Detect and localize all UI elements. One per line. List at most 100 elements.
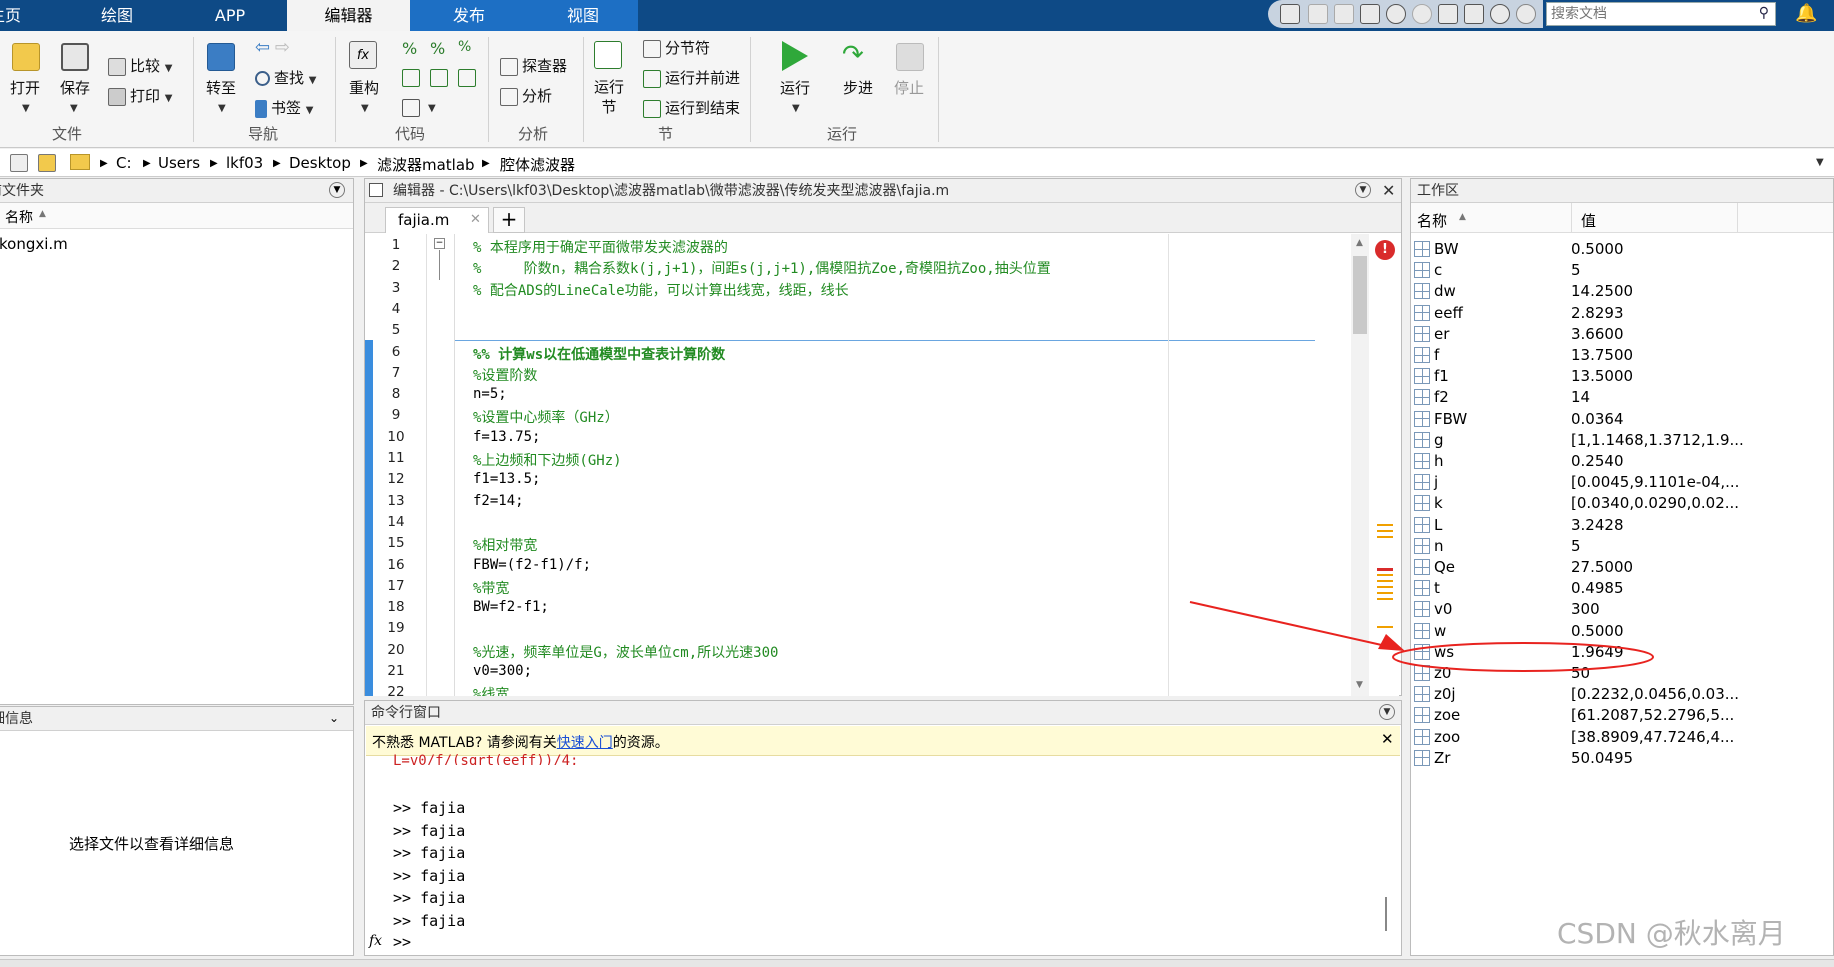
command-history-line[interactable]: >> fajia xyxy=(393,797,465,820)
workspace-variable-row[interactable]: L 3.2428 xyxy=(1411,515,1771,536)
code-line[interactable]: f1=13.5; xyxy=(473,471,540,487)
folder-column-header[interactable]: 名称 ▲ xyxy=(0,203,353,229)
explorer-button[interactable]: 探查器 xyxy=(500,55,567,76)
tab-home[interactable]: 主页 xyxy=(0,0,40,31)
run-button[interactable]: 运行 xyxy=(780,77,810,98)
back-arrow-icon[interactable]: ⇦ xyxy=(255,37,270,58)
workspace-variable-row[interactable]: dw 14.2500 xyxy=(1411,281,1771,302)
warning-marker[interactable] xyxy=(1377,536,1393,538)
workspace-variable-row[interactable]: c5 xyxy=(1411,260,1771,281)
workspace-variable-row[interactable]: eeff 2.8293 xyxy=(1411,303,1771,324)
tab-publish[interactable]: 发布 xyxy=(410,0,528,31)
workspace-variable-row[interactable]: f1 13.5000 xyxy=(1411,366,1771,387)
warning-marker[interactable] xyxy=(1377,580,1393,582)
find-button[interactable]: 查找 ▼ xyxy=(255,67,317,88)
insert-dropdown-caret[interactable]: ▼ xyxy=(428,103,436,114)
insert-function-icon[interactable] xyxy=(402,99,420,117)
code-line[interactable]: BW=f2-f1; xyxy=(473,599,549,615)
code-line[interactable]: %% 计算ws以在低通模型中查表计算阶数 xyxy=(473,344,725,364)
decrease-indent-icon[interactable] xyxy=(430,69,448,87)
tab-plots[interactable]: 绘图 xyxy=(72,0,162,31)
code-line[interactable]: %设置中心频率（GHz） xyxy=(473,407,619,427)
tab-editor[interactable]: 编辑器 xyxy=(287,0,410,31)
run-to-end-button[interactable]: 运行到结束 xyxy=(643,97,740,118)
command-history-line[interactable]: >> fajia xyxy=(393,820,465,843)
uncomment-percent-icon[interactable]: % xyxy=(430,39,445,58)
increase-indent-icon[interactable] xyxy=(458,69,476,87)
scrollbar-thumb[interactable] xyxy=(1353,256,1367,334)
close-icon[interactable]: ✕ xyxy=(1382,179,1395,203)
search-documentation[interactable]: ⚲ xyxy=(1546,2,1776,26)
undo-icon[interactable] xyxy=(1386,4,1406,24)
analyze-button[interactable]: 分析 xyxy=(500,85,552,106)
tab-apps[interactable]: APP xyxy=(185,0,275,31)
path-cavity-filter[interactable]: 腔体滤波器 xyxy=(500,154,575,175)
workspace-variable-row[interactable]: Qe 27.5000 xyxy=(1411,557,1771,578)
workspace-variable-row[interactable]: er 3.6600 xyxy=(1411,324,1771,345)
compare-button[interactable]: 比较 ▼ xyxy=(108,55,173,76)
path-user[interactable]: lkf03 xyxy=(226,154,263,172)
run-advance-button[interactable]: 运行并前进 xyxy=(643,67,740,88)
workspace-variable-row[interactable]: k [0.0340,0.0290,0.02... xyxy=(1411,493,1771,514)
print-button[interactable]: 打印 ▼ xyxy=(108,85,173,106)
copy-icon[interactable] xyxy=(1334,4,1354,24)
workspace-variable-row[interactable]: Zr 50.0495 xyxy=(1411,748,1771,769)
workspace-variable-row[interactable]: g [1,1.1468,1.3712,1.9... xyxy=(1411,430,1771,451)
scroll-up-icon[interactable]: ▲ xyxy=(1356,238,1363,248)
panel-menu-icon[interactable]: ▼ xyxy=(1379,704,1395,720)
file-item[interactable]: kongxi.m xyxy=(0,235,68,253)
panel-menu-icon[interactable]: ▼ xyxy=(329,182,345,198)
path-filter-matlab[interactable]: 滤波器matlab xyxy=(377,154,475,175)
save-dropdown-caret[interactable]: ▼ xyxy=(70,103,78,114)
help-dropdown-icon[interactable] xyxy=(1464,4,1484,24)
back-forward-arrows[interactable]: ⇦ ⇨ xyxy=(255,37,290,58)
code-line[interactable]: n=5; xyxy=(473,386,507,402)
run-section-button[interactable]: 运行节 xyxy=(594,77,624,117)
getting-started-link[interactable]: 快速入门 xyxy=(557,735,613,751)
warning-marker[interactable] xyxy=(1377,524,1393,526)
save-button[interactable]: 保存 xyxy=(60,77,90,98)
stop-button[interactable]: 停止 xyxy=(894,77,924,98)
workspace-variable-row[interactable]: FBW 0.0364 xyxy=(1411,409,1771,430)
new-tab-button[interactable]: + xyxy=(493,207,525,233)
code-line[interactable]: %线宽 xyxy=(473,684,509,696)
tab-view[interactable]: 视图 xyxy=(528,0,638,31)
bookmark-button[interactable]: 书签 ▼ xyxy=(255,97,314,118)
warning-marker[interactable] xyxy=(1377,574,1393,576)
address-dropdown-caret[interactable]: ▼ xyxy=(1816,157,1824,168)
tab-fajia[interactable]: fajia.m ✕ xyxy=(385,207,489,233)
command-history-line[interactable]: >> fajia xyxy=(393,865,465,888)
open-button[interactable]: 打开 xyxy=(10,77,40,98)
code-line[interactable]: FBW=(f2-f1)/f; xyxy=(473,557,591,573)
up-folder-icon[interactable] xyxy=(10,154,28,172)
command-prompt[interactable]: >> xyxy=(393,933,411,951)
workspace-column-header[interactable]: 名称 ▲ 值 xyxy=(1411,203,1833,233)
fold-toggle-icon[interactable]: − xyxy=(434,238,445,249)
panel-menu-icon[interactable]: ▼ xyxy=(1355,182,1371,198)
search-icon[interactable]: ⚲ xyxy=(1759,5,1769,21)
chevron-down-icon[interactable]: ⌄ xyxy=(329,711,339,725)
workspace-variable-row[interactable]: n5 xyxy=(1411,536,1771,557)
search-input[interactable] xyxy=(1547,3,1737,25)
workspace-variable-row[interactable]: f 13.7500 xyxy=(1411,345,1771,366)
close-tab-icon[interactable]: ✕ xyxy=(470,212,481,227)
command-history-line[interactable]: >> fajia xyxy=(393,910,465,933)
command-scrollbar-thumb[interactable] xyxy=(1385,897,1387,931)
section-break-button[interactable]: 分节符 xyxy=(643,37,710,58)
error-icon[interactable]: ! xyxy=(1375,240,1395,260)
command-history-line[interactable]: >> fajia xyxy=(393,887,465,910)
path-users[interactable]: Users xyxy=(158,154,200,172)
workspace-variable-row[interactable]: h 0.2540 xyxy=(1411,451,1771,472)
path-desktop[interactable]: Desktop xyxy=(289,154,351,172)
goto-dropdown-caret[interactable]: ▼ xyxy=(218,103,226,114)
paste-icon[interactable] xyxy=(1360,4,1380,24)
notification-bell-icon[interactable]: 🔔 xyxy=(1795,3,1817,25)
cut-icon[interactable] xyxy=(1308,4,1328,24)
code-line[interactable]: f2=14; xyxy=(473,493,524,509)
refactor-dropdown-caret[interactable]: ▼ xyxy=(361,103,369,114)
code-line[interactable]: %光速，频率单位是G，波长单位cm,所以光速300 xyxy=(473,642,778,662)
error-marker[interactable] xyxy=(1377,568,1393,571)
run-dropdown-caret[interactable]: ▼ xyxy=(792,103,800,114)
save-icon[interactable] xyxy=(1280,4,1300,24)
switch-windows-icon[interactable] xyxy=(1438,4,1458,24)
